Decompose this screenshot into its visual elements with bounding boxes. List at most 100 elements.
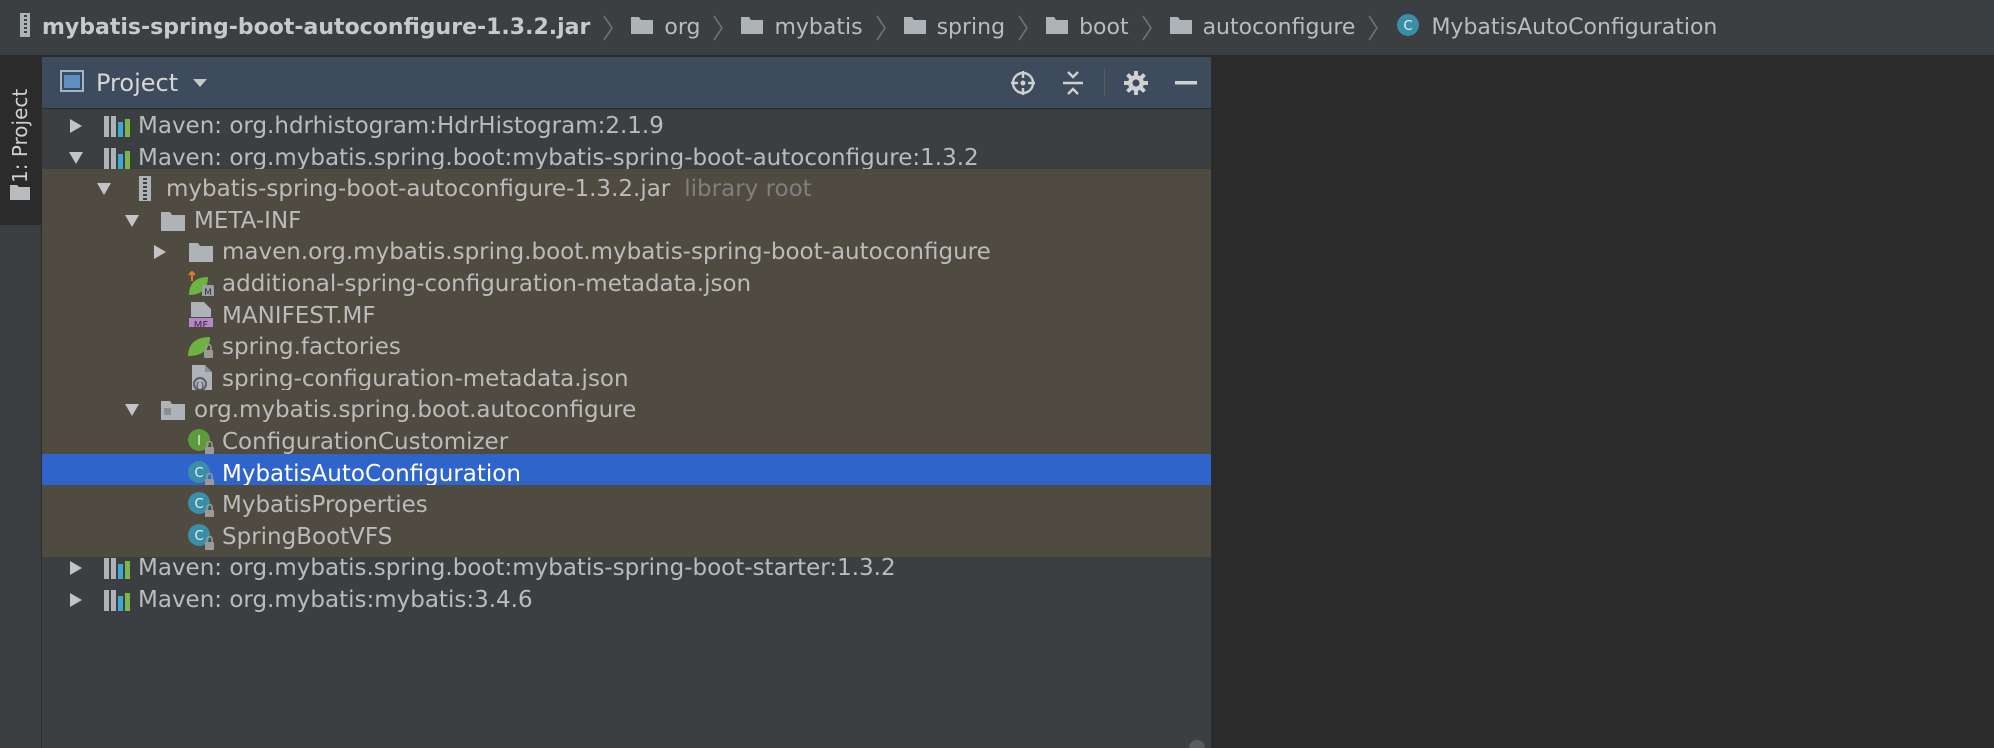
no-arrow [150, 306, 170, 326]
maven-library-icon [102, 585, 132, 615]
svg-text:{}: {} [195, 381, 205, 390]
breadcrumb-label: MybatisAutoConfiguration [1431, 15, 1718, 40]
project-tool-tab[interactable]: 1: Project [0, 57, 41, 225]
tree-node-label: mybatis-spring-boot-autoconfigure-1.3.2.… [166, 176, 671, 203]
tree-node-label: MybatisProperties [222, 492, 428, 519]
chevron-down-icon [192, 73, 208, 92]
folder-icon [1045, 15, 1069, 41]
interface-icon: I [186, 427, 216, 457]
tree-node-label: Maven: org.hdrhistogram:HdrHistogram:2.1… [138, 113, 664, 139]
gear-icon[interactable] [1111, 57, 1161, 109]
no-arrow [150, 495, 170, 515]
svg-text:C: C [194, 466, 203, 481]
expand-arrow-down-icon[interactable] [94, 179, 114, 199]
breadcrumb-separator-icon [712, 14, 726, 42]
class-icon: C [186, 490, 216, 520]
breadcrumb-item[interactable]: boot [1045, 0, 1129, 55]
ide-window: mybatis-spring-boot-autoconfigure-1.3.2.… [0, 0, 1994, 748]
breadcrumb-label: boot [1079, 15, 1129, 40]
tree-node-label: Maven: org.mybatis.spring.boot:mybatis-s… [138, 555, 896, 582]
tree-node-label: spring-configuration-metadata.json [222, 365, 629, 392]
no-arrow [150, 274, 170, 294]
breadcrumb-item[interactable]: spring [903, 0, 1006, 55]
tree-node-label: org.mybatis.spring.boot.autoconfigure [194, 397, 637, 424]
folder-icon [630, 15, 654, 41]
breadcrumb-item[interactable]: mybatis [740, 0, 863, 55]
class-icon: C [186, 459, 216, 489]
expand-arrow-right-icon[interactable] [66, 590, 86, 610]
breadcrumb-label: spring [936, 15, 1006, 40]
folder-icon [158, 206, 188, 236]
json-file-icon: {} [186, 364, 216, 394]
maven-library-icon [102, 111, 132, 141]
class-icon: C [186, 522, 216, 552]
expand-arrow-right-icon[interactable] [66, 558, 86, 578]
toolbar-divider [1104, 69, 1105, 97]
tree-node-label: SpringBootVFS [222, 523, 393, 550]
tree-node-label: additional-spring-configuration-metadata… [222, 271, 752, 297]
tree-node-label: Maven: org.mybatis.spring.boot:mybatis-s… [138, 144, 979, 171]
folder-icon [903, 15, 927, 41]
breadcrumb-separator-icon [1141, 14, 1155, 42]
folder-icon [1169, 15, 1193, 41]
maven-library-icon [102, 143, 132, 173]
spring-leaf-icon [186, 332, 216, 362]
tree-node-label: MANIFEST.MF [222, 302, 376, 329]
project-tree: Maven: org.hdrhistogram:HdrHistogram:2.1… [42, 110, 1211, 748]
hide-icon[interactable] [1161, 57, 1211, 109]
no-arrow [150, 337, 170, 357]
package-icon [158, 395, 188, 425]
no-arrow [150, 527, 170, 547]
breadcrumb-item[interactable]: autoconfigure [1169, 0, 1356, 55]
tree-node[interactable]: Maven: org.mybatis:mybatis:3.4.6 [42, 580, 1211, 620]
no-arrow [150, 432, 170, 452]
breadcrumb-separator-icon [602, 14, 616, 42]
breadcrumb-separator-icon [875, 14, 889, 42]
panel-title: Project [96, 68, 179, 97]
breadcrumb-item[interactable]: mybatis-spring-boot-autoconfigure-1.3.2.… [18, 0, 590, 55]
project-tool-tab-label: 1: Project [8, 88, 32, 183]
tree-node-label: maven.org.mybatis.spring.boot.mybatis-sp… [222, 239, 991, 266]
tree-node-label: META-INF [194, 207, 302, 234]
locate-icon[interactable] [998, 57, 1048, 109]
breadcrumb-item[interactable]: C MybatisAutoConfiguration [1395, 0, 1717, 55]
svg-text:C: C [194, 529, 203, 544]
expand-arrow-down-icon[interactable] [122, 400, 142, 420]
breadcrumb-item[interactable]: org [630, 0, 700, 55]
breadcrumb-label: mybatis [774, 15, 863, 40]
manifest-icon: MF [186, 301, 216, 331]
panel-toolbar [998, 57, 1211, 109]
breadcrumb-separator-icon [1367, 14, 1381, 42]
svg-text:C: C [1404, 19, 1413, 34]
maven-library-icon [102, 553, 132, 583]
breadcrumb: mybatis-spring-boot-autoconfigure-1.3.2.… [0, 0, 1994, 56]
project-panel: Project Maven: org.hdrhistogram:HdrHisto… [42, 57, 1211, 748]
folder-icon [740, 15, 764, 41]
no-arrow [150, 369, 170, 389]
project-panel-header: Project [42, 57, 1211, 109]
jar-icon [18, 12, 32, 44]
folder-icon [9, 183, 31, 205]
expand-arrow-down-icon[interactable] [122, 211, 142, 231]
expand-arrow-right-icon[interactable] [150, 242, 170, 262]
breadcrumb-label: autoconfigure [1202, 15, 1356, 40]
view-selector[interactable]: Project [60, 69, 208, 97]
project-view-icon [60, 69, 84, 96]
class-icon: C [1395, 12, 1421, 44]
collapse-all-icon[interactable] [1048, 57, 1098, 109]
breadcrumb-label: mybatis-spring-boot-autoconfigure-1.3.2.… [42, 15, 591, 40]
left-tool-strip: 1: Project [0, 57, 42, 748]
svg-text:C: C [194, 497, 203, 512]
tree-node-label: MybatisAutoConfiguration [222, 460, 521, 487]
breadcrumb-label: org [664, 15, 701, 40]
svg-text:I: I [197, 434, 201, 449]
breadcrumb-separator-icon [1017, 14, 1031, 42]
expand-arrow-right-icon[interactable] [66, 116, 86, 136]
no-arrow [150, 464, 170, 484]
spring-metadata-icon: M [186, 269, 216, 299]
tree-node-label: ConfigurationCustomizer [222, 429, 509, 455]
expand-arrow-down-icon[interactable] [66, 148, 86, 168]
tree-node-label: Maven: org.mybatis:mybatis:3.4.6 [138, 587, 533, 613]
jar-icon [130, 174, 160, 204]
tree-node-label: spring.factories [222, 334, 401, 361]
